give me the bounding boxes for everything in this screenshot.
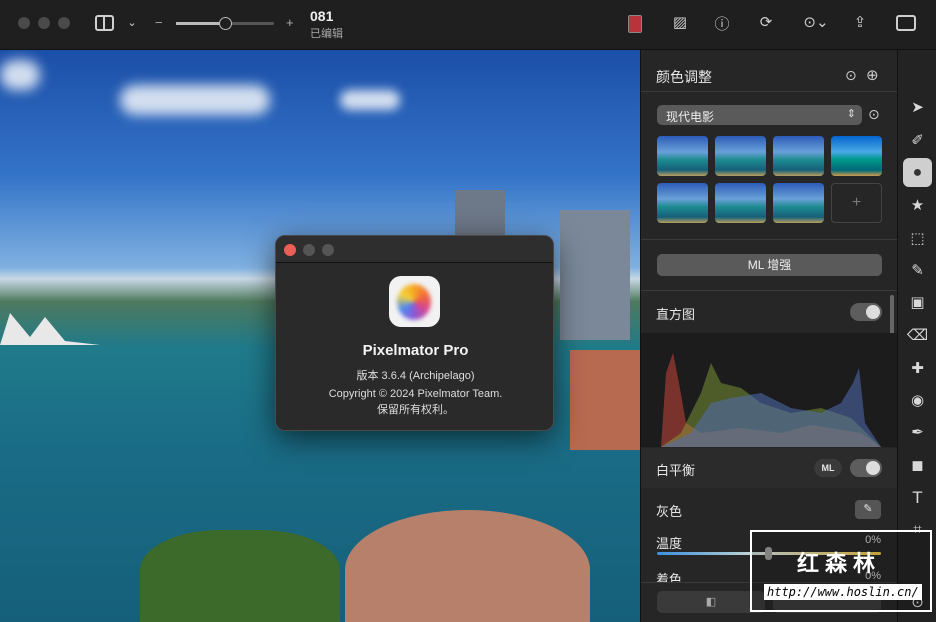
style-tool-icon[interactable]: ✐ xyxy=(898,131,936,149)
watermark: 红森林 http://www.hoslin.cn/ xyxy=(750,530,932,612)
more-icon[interactable]: ⊙ xyxy=(845,67,857,84)
white-balance-label: 白平衡 xyxy=(656,463,696,478)
updown-chevron-icon: ⇕ xyxy=(846,108,856,120)
app-name: Pixelmator Pro xyxy=(362,342,469,359)
arrange-tool-icon[interactable]: ➤ xyxy=(898,98,936,116)
preset-thumbnail[interactable] xyxy=(831,136,882,176)
add-preset-button[interactable]: + xyxy=(831,183,882,223)
color-swap-icon[interactable] xyxy=(628,15,642,33)
watermark-url: http://www.hoslin.cn/ xyxy=(764,584,922,600)
preset-thumbnail[interactable] xyxy=(657,183,708,223)
more-options-icon[interactable]: ⊙⌄ xyxy=(798,13,834,31)
rights-text: 保留所有权利。 xyxy=(377,404,454,416)
rotate-icon[interactable]: ⟳ xyxy=(754,13,778,31)
white-balance-toggle[interactable] xyxy=(850,459,882,477)
ml-badge[interactable]: ML xyxy=(814,459,842,477)
effects-tool-icon[interactable]: ★ xyxy=(898,196,936,214)
histogram-label: 直方图 xyxy=(656,307,696,322)
preset-more-icon[interactable]: ⊙ xyxy=(868,106,880,123)
app-version: 版本 3.6.4 (Archipelago) xyxy=(356,370,475,382)
retouch-tool-icon[interactable]: ✚ xyxy=(898,359,936,377)
dialog-zoom-button[interactable] xyxy=(322,244,334,256)
paint-tool-icon[interactable]: ✎ xyxy=(898,261,936,279)
about-dialog: Pixelmator Pro 版本 3.6.4 (Archipelago) Co… xyxy=(275,235,554,431)
eraser-tool-icon[interactable]: ⌫ xyxy=(898,326,936,344)
share-icon[interactable]: ⇪ xyxy=(848,13,872,31)
document-status: 已编辑 xyxy=(310,28,343,40)
preset-thumbnail[interactable] xyxy=(715,183,766,223)
zoom-slider-thumb[interactable] xyxy=(219,17,232,30)
document-title[interactable]: 081 xyxy=(310,8,333,24)
copyright-text: Copyright © 2024 Pixelmator Team. xyxy=(328,388,503,400)
color-adjust-tool-icon[interactable]: ● xyxy=(903,158,932,187)
preset-thumbnail[interactable] xyxy=(773,183,824,223)
compare-icon[interactable]: ▨ xyxy=(668,13,692,31)
preset-dropdown[interactable]: 现代电影 ⇕ xyxy=(657,105,862,125)
histogram-toggle[interactable] xyxy=(850,303,882,321)
pen-tool-icon[interactable]: ✒ xyxy=(898,423,936,441)
zoom-button[interactable] xyxy=(58,17,70,29)
close-button[interactable] xyxy=(18,17,30,29)
dialog-minimize-button[interactable] xyxy=(303,244,315,256)
fill-tool-icon[interactable]: ▣ xyxy=(898,293,936,311)
sidebar-toggle-icon[interactable] xyxy=(95,15,114,31)
histogram xyxy=(641,333,898,447)
type-tool-icon[interactable]: T xyxy=(898,488,936,508)
compare-view-button[interactable]: ◧ xyxy=(657,591,765,613)
zoom-slider[interactable] xyxy=(176,17,274,30)
gray-label: 灰色 xyxy=(656,504,683,519)
minimize-button[interactable] xyxy=(38,17,50,29)
app-icon xyxy=(389,276,440,327)
shapes-tool-icon[interactable]: ◼ xyxy=(898,456,936,474)
preset-thumbnail[interactable] xyxy=(657,136,708,176)
eyedropper-icon[interactable]: ✎ xyxy=(855,500,881,519)
zoom-in-button[interactable]: + xyxy=(286,15,294,30)
panel-title: 颜色调整 xyxy=(656,69,712,85)
preset-thumbnail[interactable] xyxy=(773,136,824,176)
selection-tool-icon[interactable]: ⬚ xyxy=(898,229,936,247)
chevron-down-icon[interactable]: ⌄ xyxy=(120,16,144,29)
watermark-name: 红森林 xyxy=(797,551,882,576)
inspector-toggle-icon[interactable] xyxy=(896,15,916,31)
add-adjustment-icon[interactable]: ⊕ xyxy=(866,66,879,84)
toolbar: ⌄ − + 081 已编辑 ▨ ⓘ ⟳ ⊙⌄ ⇪ xyxy=(0,0,936,50)
preset-thumbnail[interactable] xyxy=(715,136,766,176)
info-icon[interactable]: ⓘ xyxy=(710,13,734,34)
zoom-out-button[interactable]: − xyxy=(155,15,163,30)
distort-tool-icon[interactable]: ◉ xyxy=(898,391,936,409)
panel-scrollbar[interactable] xyxy=(890,295,894,337)
dialog-close-button[interactable] xyxy=(284,244,296,256)
temperature-label: 温度 xyxy=(656,536,683,551)
ml-enhance-button[interactable]: ML 增强 xyxy=(657,254,882,276)
preset-selected: 现代电影 xyxy=(666,110,715,124)
